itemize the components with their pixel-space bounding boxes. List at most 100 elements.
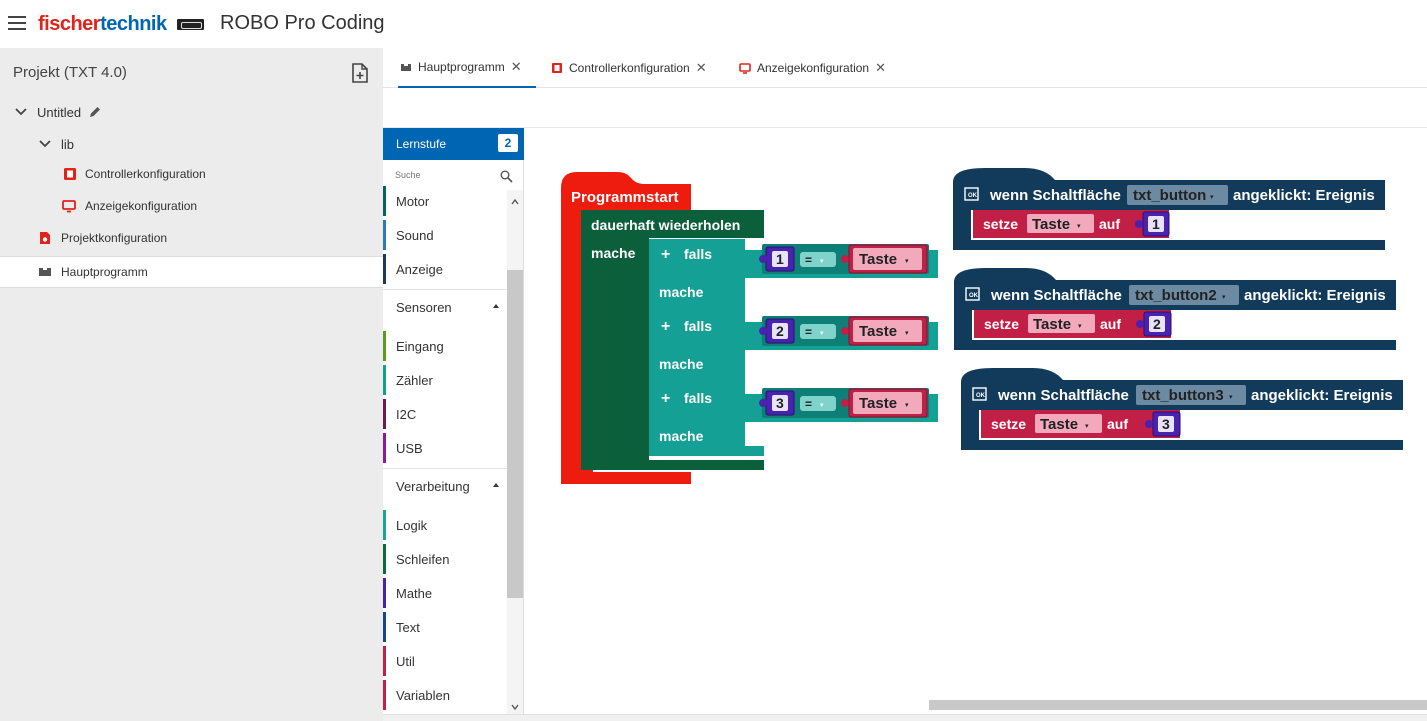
tree-item-lib[interactable]: lib [0, 128, 383, 160]
workspace-canvas[interactable]: Programmstart dauerhaft wiederholen mach… [525, 128, 1427, 714]
category-motor[interactable]: Motor [383, 186, 507, 216]
if-variable-1[interactable]: Taste [859, 251, 897, 268]
event-button-name-3[interactable]: txt_button3 [1142, 387, 1224, 404]
tree-item-untitled[interactable]: Untitled [0, 96, 383, 128]
category-util[interactable]: Util [383, 646, 507, 676]
set-variable-2[interactable]: Taste [1033, 316, 1071, 333]
block-if-3[interactable]: + falls mache 3 = ▾ Taste ▾ [649, 383, 938, 456]
block-event-1[interactable]: OK wenn Schaltfläche txt_button ▾ angekl… [953, 168, 1385, 250]
workspace-horizontal-scrollbar[interactable] [929, 700, 1427, 710]
button-dropdown-arrow-icon[interactable]: ▾ [1222, 294, 1226, 301]
group-verarbeitung[interactable]: Verarbeitung [383, 471, 507, 501]
variable-dropdown-arrow-icon[interactable]: ▾ [1085, 423, 1089, 430]
tab-controllerkonfiguration[interactable]: Controllerkonfiguration ✕ [551, 48, 707, 88]
block-workspace[interactable]: Programmstart dauerhaft wiederholen mach… [525, 128, 1427, 714]
auf-label: auf [1099, 216, 1120, 232]
auf-label: auf [1107, 416, 1128, 432]
compare-dropdown-arrow-icon[interactable]: ▾ [820, 402, 824, 409]
search-icon[interactable] [500, 170, 513, 183]
set-variable-1[interactable]: Taste [1032, 216, 1070, 233]
block-event-3[interactable]: OK wenn Schaltfläche txt_button3 ▾ angek… [961, 368, 1403, 450]
group-sensoren[interactable]: Sensoren [383, 292, 507, 322]
set-value-1[interactable]: 1 [1152, 216, 1160, 232]
category-i2c[interactable]: I2C [383, 399, 507, 429]
variable-dropdown-arrow-icon[interactable]: ▾ [1077, 223, 1081, 230]
variable-dropdown-arrow-icon[interactable]: ▾ [1078, 323, 1082, 330]
chevron-down-icon[interactable] [39, 138, 51, 150]
category-logik[interactable]: Logik [383, 510, 507, 540]
tree-item-hauptprogramm[interactable]: Hauptprogramm [0, 256, 383, 288]
if-value-1[interactable]: 1 [776, 251, 784, 267]
tree-item-projektkonfiguration[interactable]: Projektkonfiguration [0, 222, 383, 254]
learning-level-selector[interactable]: Lernstufe 2 [383, 128, 524, 160]
category-usb[interactable]: USB [383, 433, 507, 463]
event-clicked-label: angeklickt: Ereignis [1244, 287, 1386, 304]
variable-dropdown-arrow-icon[interactable]: ▾ [905, 402, 909, 409]
program-icon [39, 268, 51, 276]
tree-item-anzeigekonfiguration[interactable]: Anzeigekonfiguration [0, 190, 383, 222]
category-color-bar [383, 510, 386, 540]
tree-item-label: Anzeigekonfiguration [85, 199, 198, 213]
editor-toolbar-strip [383, 88, 1427, 128]
tree-item-label: lib [61, 136, 75, 152]
chevron-up-icon[interactable] [511, 198, 519, 206]
collapse-triangle-icon[interactable] [493, 304, 499, 308]
if-variable-3[interactable]: Taste [859, 395, 897, 412]
menu-icon[interactable] [8, 16, 26, 30]
toolbox-scrollbar[interactable] [507, 190, 523, 721]
toolbox-scrollbar-thumb[interactable] [507, 270, 523, 598]
block-if-1[interactable]: + falls mache 1 = ▾ Taste ▾ [649, 239, 938, 311]
category-mathe[interactable]: Mathe [383, 578, 507, 608]
category-text[interactable]: Text [383, 612, 507, 642]
chevron-down-icon[interactable] [15, 106, 27, 118]
pencil-icon[interactable] [88, 105, 102, 119]
close-icon[interactable]: ✕ [875, 60, 886, 76]
app-title: ROBO Pro Coding [220, 12, 385, 34]
compare-operator-2[interactable]: = [805, 325, 812, 339]
tree-item-label: Controllerkonfiguration [85, 167, 206, 181]
compare-operator-1[interactable]: = [805, 253, 812, 267]
category-eingang[interactable]: Eingang [383, 331, 507, 361]
monitor-icon [62, 200, 76, 213]
tab-hauptprogramm[interactable]: Hauptprogramm ✕ [398, 48, 536, 88]
category-label: Motor [396, 193, 430, 209]
if-plus-icon[interactable]: + [661, 318, 670, 335]
if-value-2[interactable]: 2 [776, 323, 784, 339]
category-sound[interactable]: Sound [383, 220, 507, 250]
if-plus-icon[interactable]: + [661, 246, 670, 263]
toolbox-search-input[interactable] [395, 170, 491, 180]
event-button-name-2[interactable]: txt_button2 [1135, 287, 1217, 304]
set-value-3[interactable]: 3 [1162, 416, 1170, 432]
bottom-panel-handle[interactable] [383, 714, 1427, 721]
button-dropdown-arrow-icon[interactable]: ▾ [1229, 394, 1233, 401]
add-file-icon[interactable] [351, 63, 369, 83]
compare-operator-3[interactable]: = [805, 397, 812, 411]
variable-dropdown-arrow-icon[interactable]: ▾ [905, 330, 909, 337]
setze-label: setze [983, 216, 1018, 232]
if-value-3[interactable]: 3 [776, 395, 784, 411]
variable-dropdown-arrow-icon[interactable]: ▾ [905, 258, 909, 265]
compare-dropdown-arrow-icon[interactable]: ▾ [820, 330, 824, 337]
button-dropdown-arrow-icon[interactable]: ▾ [1210, 194, 1214, 201]
set-variable-3[interactable]: Taste [1040, 416, 1078, 433]
collapse-triangle-icon[interactable] [493, 483, 499, 487]
tree-item-controllerkonfiguration[interactable]: Controllerkonfiguration [0, 158, 383, 190]
category-schleifen[interactable]: Schleifen [383, 544, 507, 574]
close-icon[interactable]: ✕ [696, 60, 707, 76]
block-toolbox: Lernstufe 2 Motor Sound Anzeige Sensoren… [383, 128, 524, 721]
category-label: Text [396, 619, 420, 635]
close-icon[interactable]: ✕ [511, 59, 522, 75]
category-anzeige[interactable]: Anzeige [383, 254, 507, 284]
if-variable-2[interactable]: Taste [859, 323, 897, 340]
event-button-name-1[interactable]: txt_button [1133, 187, 1206, 204]
set-value-2[interactable]: 2 [1153, 316, 1161, 332]
category-zaehler[interactable]: Zähler [383, 365, 507, 395]
tab-anzeigekonfiguration[interactable]: Anzeigekonfiguration ✕ [739, 48, 886, 88]
brand-text-part1: fischer [38, 13, 101, 35]
block-if-2[interactable]: + falls mache 2 = ▾ Taste ▾ [649, 311, 938, 383]
if-plus-icon[interactable]: + [661, 390, 670, 407]
chevron-down-icon[interactable] [511, 703, 519, 711]
category-variablen[interactable]: Variablen [383, 680, 507, 710]
compare-dropdown-arrow-icon[interactable]: ▾ [820, 258, 824, 265]
block-event-2[interactable]: OK wenn Schaltfläche txt_button2 ▾ angek… [954, 268, 1396, 350]
